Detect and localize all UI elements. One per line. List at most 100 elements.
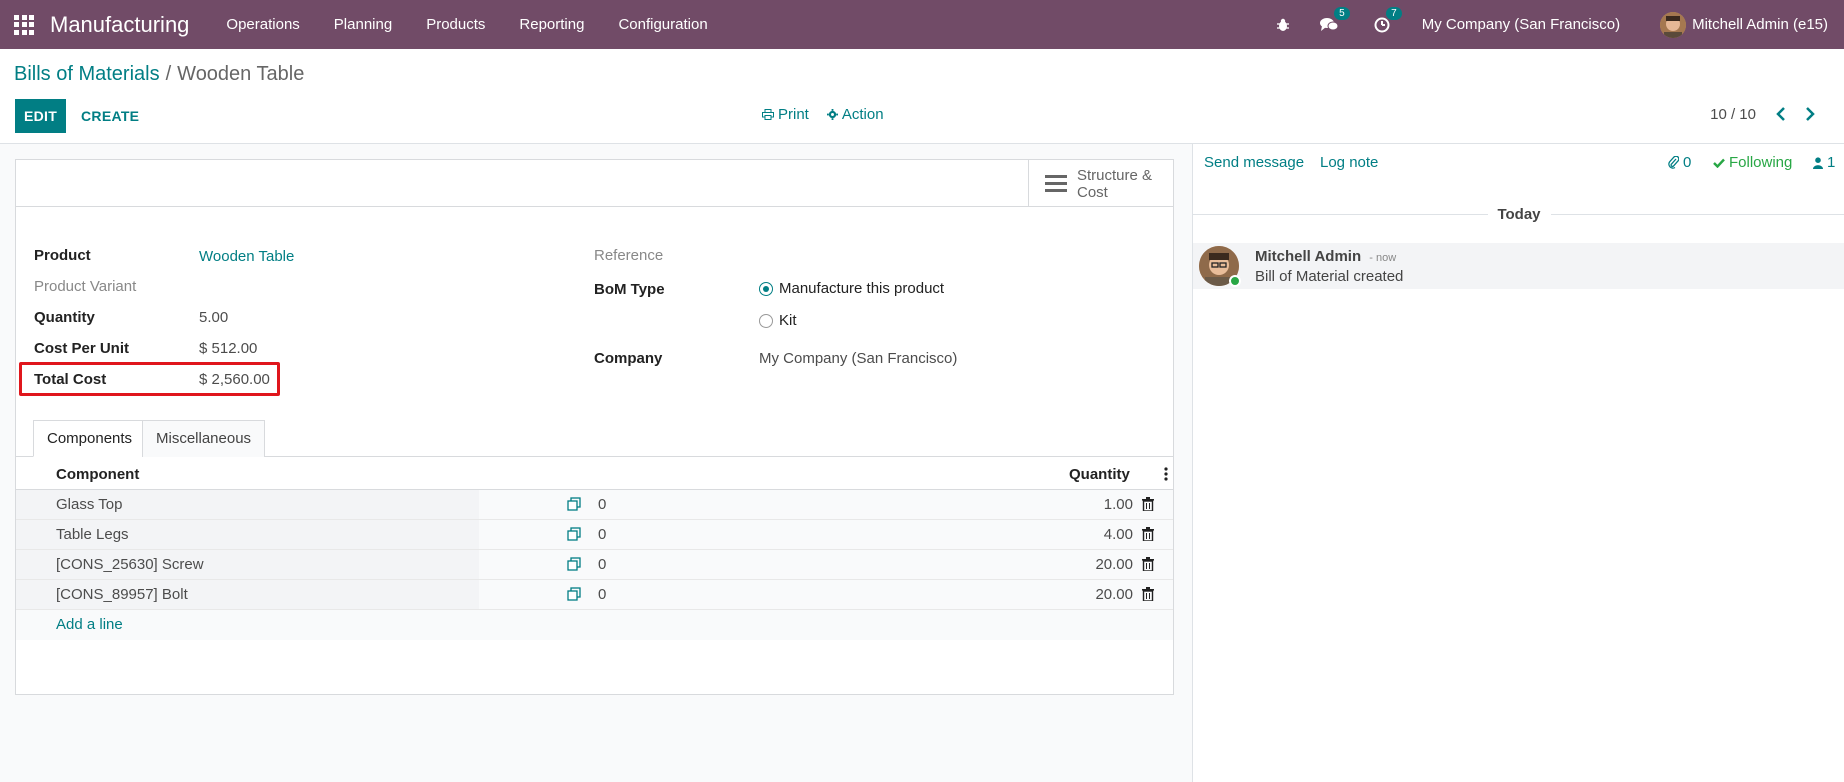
tab-miscellaneous[interactable]: Miscellaneous (142, 420, 266, 457)
row-mid-value: 0 (598, 496, 607, 513)
online-status-icon (1229, 275, 1241, 287)
menu-reporting[interactable]: Reporting (502, 16, 601, 33)
trash-icon[interactable] (1142, 557, 1154, 571)
quantity-value: 5.00 (199, 309, 229, 326)
print-label: Print (778, 106, 809, 123)
menu-operations[interactable]: Operations (209, 16, 316, 33)
app-name[interactable]: Manufacturing (50, 12, 189, 38)
breadcrumb: Bills of Materials / Wooden Table (14, 63, 304, 86)
column-component[interactable]: Component (56, 466, 139, 483)
chatter-panel: Send message Log note 0 Following 1 Toda… (1192, 144, 1844, 782)
table-row[interactable]: [CONS_89957] Bolt 0 20.00 (16, 580, 1173, 610)
copy-icon[interactable] (567, 527, 581, 541)
company-label: Company (594, 350, 663, 367)
menu-planning[interactable]: Planning (317, 16, 409, 33)
add-line-link[interactable]: Add a line (56, 616, 123, 633)
breadcrumb-separator: / (165, 63, 172, 85)
copy-icon[interactable] (567, 557, 581, 571)
optional-columns-icon[interactable] (1164, 467, 1168, 481)
attachments-count: 0 (1683, 154, 1692, 171)
bom-type-kit-radio[interactable] (759, 314, 773, 328)
total-cost-value: $ 2,560.00 (199, 371, 270, 388)
row-component[interactable]: [CONS_89957] Bolt (56, 586, 188, 603)
breadcrumb-current: Wooden Table (177, 63, 305, 85)
product-value[interactable]: Wooden Table (199, 248, 294, 265)
apps-menu-icon[interactable] (14, 14, 34, 35)
messages-icon[interactable]: 5 (1319, 7, 1350, 32)
product-label: Product (34, 247, 91, 264)
menu-configuration[interactable]: Configuration (601, 16, 724, 33)
column-quantity[interactable]: Quantity (1069, 466, 1130, 483)
row-component[interactable]: Glass Top (56, 496, 122, 513)
notebook-tabs: Components Miscellaneous (16, 420, 1173, 457)
table-row[interactable]: Table Legs 0 4.00 (16, 520, 1173, 550)
company-value[interactable]: My Company (San Francisco) (759, 350, 957, 367)
chevron-left-icon (1776, 107, 1785, 121)
row-component[interactable]: [CONS_25630] Screw (56, 556, 204, 573)
tab-components[interactable]: Components (33, 420, 147, 457)
following-label: Following (1729, 154, 1793, 171)
row-quantity[interactable]: 1.00 (1104, 496, 1133, 513)
row-mid-value: 0 (598, 526, 607, 543)
table-row[interactable]: [CONS_25630] Screw 0 20.00 (16, 550, 1173, 580)
toolbar-actions: Print Action (762, 106, 884, 123)
attachments-button[interactable]: 0 (1668, 154, 1691, 171)
today-divider-right (1551, 214, 1844, 215)
copy-icon[interactable] (567, 587, 581, 601)
message-body: Bill of Material created (1255, 268, 1404, 285)
message-time: - now (1369, 252, 1397, 264)
table-row[interactable]: Glass Top 0 1.00 (16, 490, 1173, 520)
user-avatar[interactable] (1660, 11, 1687, 38)
row-quantity[interactable]: 4.00 (1104, 526, 1133, 543)
form-sheet: Structure & Cost Product Wooden Table Pr… (15, 159, 1174, 695)
activities-badge: 7 (1386, 6, 1402, 20)
chatter-message: Mitchell Admin - now Bill of Material cr… (1193, 243, 1844, 289)
print-icon (762, 109, 774, 120)
create-button[interactable]: CREATE (81, 99, 139, 133)
send-message-button[interactable]: Send message (1204, 154, 1304, 171)
breadcrumb-bills-of-materials[interactable]: Bills of Materials (14, 63, 160, 85)
user-icon (1813, 156, 1823, 169)
structure-cost-label: Structure & Cost (1077, 166, 1153, 201)
company-switcher[interactable]: My Company (San Francisco) (1422, 16, 1620, 33)
following-button[interactable]: Following (1713, 154, 1792, 171)
trash-icon[interactable] (1142, 587, 1154, 601)
action-label: Action (841, 106, 884, 123)
check-icon (1713, 158, 1725, 168)
message-author[interactable]: Mitchell Admin (1255, 248, 1361, 265)
pager-value[interactable]: 10 / 10 (1710, 106, 1756, 123)
bom-type-label: BoM Type (594, 281, 665, 298)
gear-icon (826, 109, 838, 120)
quantity-label: Quantity (34, 309, 95, 326)
row-component[interactable]: Table Legs (56, 526, 129, 543)
activities-clock-icon[interactable]: 7 (1374, 6, 1402, 33)
copy-icon[interactable] (567, 497, 581, 511)
edit-button[interactable]: EDIT (15, 99, 66, 133)
trash-icon[interactable] (1142, 527, 1154, 541)
bom-type-kit-label[interactable]: Kit (779, 312, 797, 329)
top-navbar: Manufacturing Operations Planning Produc… (0, 0, 1844, 49)
pager-next-button[interactable] (1800, 104, 1820, 124)
print-button[interactable]: Print (762, 106, 809, 123)
reference-label: Reference (594, 247, 664, 264)
product-variant-label: Product Variant (34, 278, 137, 295)
log-note-button[interactable]: Log note (1320, 154, 1378, 171)
menu-products[interactable]: Products (409, 16, 502, 33)
chevron-right-icon (1806, 107, 1815, 121)
action-button[interactable]: Action (826, 106, 884, 123)
pager-previous-button[interactable] (1771, 104, 1791, 124)
followers-button[interactable]: 1 (1813, 154, 1835, 171)
smart-button-box: Structure & Cost (16, 160, 1173, 207)
message-header: Mitchell Admin - now (1255, 248, 1396, 265)
user-menu[interactable]: Mitchell Admin (e15) (1692, 16, 1828, 33)
row-quantity[interactable]: 20.00 (1095, 586, 1133, 603)
bom-type-manufacture-label[interactable]: Manufacture this product (779, 280, 944, 297)
debug-bug-icon[interactable] (1276, 18, 1290, 32)
row-mid-value: 0 (598, 556, 607, 573)
trash-icon[interactable] (1142, 497, 1154, 511)
structure-cost-button[interactable]: Structure & Cost (1028, 160, 1173, 207)
row-quantity[interactable]: 20.00 (1095, 556, 1133, 573)
messages-badge: 5 (1334, 7, 1350, 20)
components-table-header: Component Quantity (16, 457, 1173, 490)
bom-type-manufacture-radio[interactable] (759, 282, 773, 296)
